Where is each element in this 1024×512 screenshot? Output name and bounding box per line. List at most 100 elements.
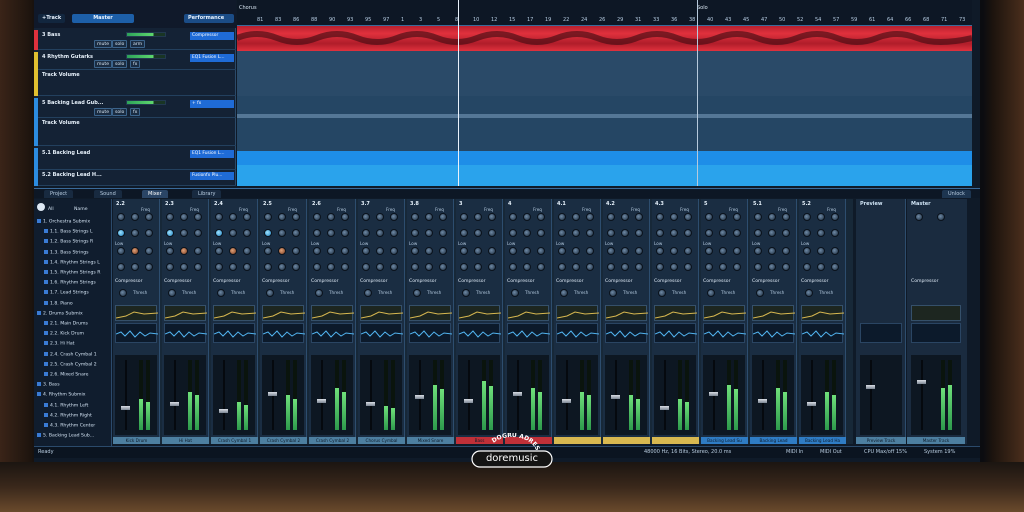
eq-knob[interactable]	[117, 213, 125, 221]
channel-fader[interactable]	[317, 398, 326, 403]
eq-knob[interactable]	[537, 263, 545, 271]
eq-knob[interactable]	[670, 229, 678, 237]
eq-knob[interactable]	[754, 263, 762, 271]
eq-knob[interactable]	[523, 229, 531, 237]
channel-label[interactable]	[603, 437, 650, 444]
track-row[interactable]: Track Volume	[34, 70, 236, 96]
eq-knob[interactable]	[817, 229, 825, 237]
solo-button[interactable]: solo	[112, 108, 128, 116]
thresh-knob[interactable]	[805, 289, 813, 297]
eq-knob[interactable]	[425, 213, 433, 221]
eq-knob[interactable]	[327, 263, 335, 271]
eq-knob[interactable]	[313, 247, 321, 255]
eq-knob[interactable]	[705, 247, 713, 255]
compressor-label[interactable]: Compressor	[556, 279, 584, 284]
channel-label[interactable]: Mixed Snare	[407, 437, 454, 444]
browser-item[interactable]: 1.3. Bass Strings	[44, 249, 89, 255]
compressor-label[interactable]: Compressor	[360, 279, 388, 284]
eq-knob[interactable]	[474, 263, 482, 271]
channel-label[interactable]	[554, 437, 601, 444]
eq-knob[interactable]	[831, 229, 839, 237]
track-row[interactable]: Track Volume	[34, 118, 236, 146]
eq-knob[interactable]	[768, 247, 776, 255]
rhythm-lane[interactable]	[237, 51, 972, 96]
eq-knob[interactable]	[243, 229, 251, 237]
eq-knob[interactable]	[411, 229, 419, 237]
eq-knob[interactable]	[292, 247, 300, 255]
eq-knob[interactable]	[411, 213, 419, 221]
eq-knob[interactable]	[684, 229, 692, 237]
eq-knob[interactable]	[635, 263, 643, 271]
eq-knob[interactable]	[390, 247, 398, 255]
fader-area[interactable]	[409, 355, 451, 435]
eq-knob[interactable]	[572, 229, 580, 237]
eq-knob[interactable]	[754, 213, 762, 221]
eq-knob[interactable]	[803, 213, 811, 221]
eq-knob[interactable]	[376, 247, 384, 255]
eq-knob[interactable]	[572, 213, 580, 221]
eq-knob[interactable]	[194, 213, 202, 221]
eq-knob[interactable]	[166, 263, 174, 271]
thresh-knob[interactable]	[707, 289, 715, 297]
eq-knob[interactable]	[782, 213, 790, 221]
browser-item[interactable]: 1.2. Bass Strings R	[44, 239, 93, 245]
eq-knob[interactable]	[390, 213, 398, 221]
eq-knob[interactable]	[817, 247, 825, 255]
tab-mixer[interactable]: Mixer	[142, 190, 168, 198]
master-fader[interactable]	[917, 380, 926, 384]
track-name[interactable]: Track Volume	[42, 72, 80, 78]
eq-knob[interactable]	[782, 263, 790, 271]
backing-lead-h-lane[interactable]	[237, 165, 972, 186]
eq-knob[interactable]	[474, 213, 482, 221]
mute-button[interactable]: mute	[94, 60, 113, 68]
fader-area[interactable]	[360, 355, 402, 435]
eq-knob[interactable]	[117, 247, 125, 255]
fader-area[interactable]	[213, 355, 255, 435]
eq-knob[interactable]	[264, 213, 272, 221]
browser-item[interactable]: 2.6. Mixed Snare	[44, 372, 89, 378]
track-row[interactable]: 4 Rhythm Gutarks mute solo fx EQ1 Fusion L..…	[34, 52, 236, 70]
eq-knob[interactable]	[180, 263, 188, 271]
eq-knob[interactable]	[523, 213, 531, 221]
eq-knob[interactable]	[635, 247, 643, 255]
channel-fader[interactable]	[219, 409, 228, 413]
track-row[interactable]: 5 Backing Lead Gub... mute solo fx + fx	[34, 98, 236, 118]
fader-area[interactable]	[458, 355, 500, 435]
channel-label[interactable]: Backing Lead Su	[701, 437, 748, 444]
eq-knob[interactable]	[425, 263, 433, 271]
eq-knob[interactable]	[313, 229, 321, 237]
eq-knob[interactable]	[439, 247, 447, 255]
browser-item[interactable]: 1.4. Rhythm Strings L	[44, 259, 100, 265]
arm-button[interactable]: arm	[130, 40, 146, 48]
compressor-label[interactable]: Compressor	[458, 279, 486, 284]
eq-knob[interactable]	[145, 247, 153, 255]
mute-button[interactable]: mute	[94, 108, 113, 116]
eq-knob[interactable]	[439, 263, 447, 271]
arrange-view[interactable]: Chorus Solo 81 83 86 88 90 93 95 97 1 3 5 8 10 12 15 17…	[235, 0, 973, 186]
eq-knob[interactable]	[831, 263, 839, 271]
eq-knob[interactable]	[670, 213, 678, 221]
thresh-knob[interactable]	[119, 289, 127, 297]
eq-knob[interactable]	[117, 263, 125, 271]
channel-label[interactable]: Backing Lead	[750, 437, 797, 444]
channel-fader[interactable]	[562, 398, 571, 403]
track-row[interactable]: 5.2 Backing Lead H... Fusionfx Plu...	[34, 170, 236, 186]
add-track-button[interactable]: +Track	[38, 14, 66, 23]
channel-label[interactable]: Crash Cymbal 2	[260, 437, 307, 444]
eq-knob[interactable]	[264, 263, 272, 271]
eq-knob[interactable]	[817, 263, 825, 271]
fader-area[interactable]	[311, 355, 353, 435]
eq-knob[interactable]	[292, 213, 300, 221]
eq-knob[interactable]	[817, 213, 825, 221]
eq-knob[interactable]	[656, 213, 664, 221]
solo-button[interactable]: solo	[112, 40, 128, 48]
eq-knob[interactable]	[194, 229, 202, 237]
eq-knob[interactable]	[572, 263, 580, 271]
eq-knob[interactable]	[145, 213, 153, 221]
thresh-knob[interactable]	[364, 289, 372, 297]
eq-knob[interactable]	[705, 229, 713, 237]
eq-knob[interactable]	[607, 263, 615, 271]
thresh-knob[interactable]	[413, 289, 421, 297]
eq-knob[interactable]	[670, 263, 678, 271]
bass-lane[interactable]	[235, 26, 973, 51]
